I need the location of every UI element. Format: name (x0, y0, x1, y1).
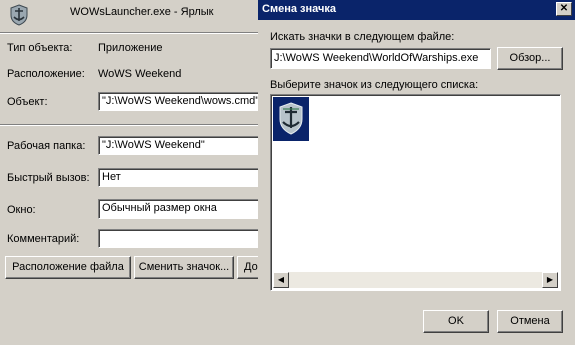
icon-list[interactable]: ◀ ▶ (270, 94, 561, 291)
divider (0, 32, 258, 34)
target-field[interactable]: "J:\WoWS Weekend\wows.cmd" (98, 92, 268, 111)
divider (0, 124, 258, 126)
ok-button[interactable]: OK (423, 310, 489, 333)
scroll-left-icon[interactable]: ◀ (273, 272, 289, 288)
comment-field[interactable] (98, 229, 268, 248)
location-label: Расположение: (7, 68, 85, 80)
dialog-titlebar: Смена значка ✕ (258, 0, 575, 20)
search-file-label: Искать значки в следующем файле: (270, 31, 455, 43)
properties-title: WOWsLauncher.exe - Ярлык (70, 6, 214, 18)
hotkey-label: Быстрый вызов: (7, 172, 90, 184)
list-item[interactable] (273, 97, 309, 141)
warships-app-icon (7, 3, 31, 27)
horizontal-scrollbar[interactable]: ◀ ▶ (273, 272, 558, 288)
comment-label: Комментарий: (7, 233, 80, 245)
location-value: WoWS Weekend (98, 68, 182, 80)
workdir-field[interactable]: "J:\WoWS Weekend" (98, 136, 268, 155)
target-label: Объект: (7, 96, 48, 108)
cancel-button[interactable]: Отмена (497, 310, 563, 333)
window-select[interactable]: Обычный размер окна (98, 199, 268, 219)
dialog-title: Смена значка (262, 3, 336, 15)
type-label: Тип объекта: (7, 42, 73, 54)
warships-icon (279, 102, 303, 135)
change-icon-button[interactable]: Сменить значок... (134, 256, 234, 279)
file-location-button[interactable]: Расположение файла (5, 256, 131, 279)
window-label: Окно: (7, 204, 36, 216)
icon-list-label: Выберите значок из следующего списка: (270, 79, 479, 91)
scroll-right-icon[interactable]: ▶ (542, 272, 558, 288)
workdir-label: Рабочая папка: (7, 140, 86, 152)
type-value: Приложение (98, 42, 163, 54)
hotkey-field[interactable]: Нет (98, 168, 268, 187)
close-icon[interactable]: ✕ (556, 2, 572, 16)
change-icon-dialog: Смена значка ✕ Искать значки в следующем… (258, 0, 575, 345)
shortcut-properties-window: WOWsLauncher.exe - Ярлык Тип объекта: Пр… (0, 0, 337, 345)
icon-file-path-input[interactable]: J:\WoWS Weekend\WorldOfWarships.exe (270, 48, 491, 69)
browse-button[interactable]: Обзор... (497, 47, 563, 70)
